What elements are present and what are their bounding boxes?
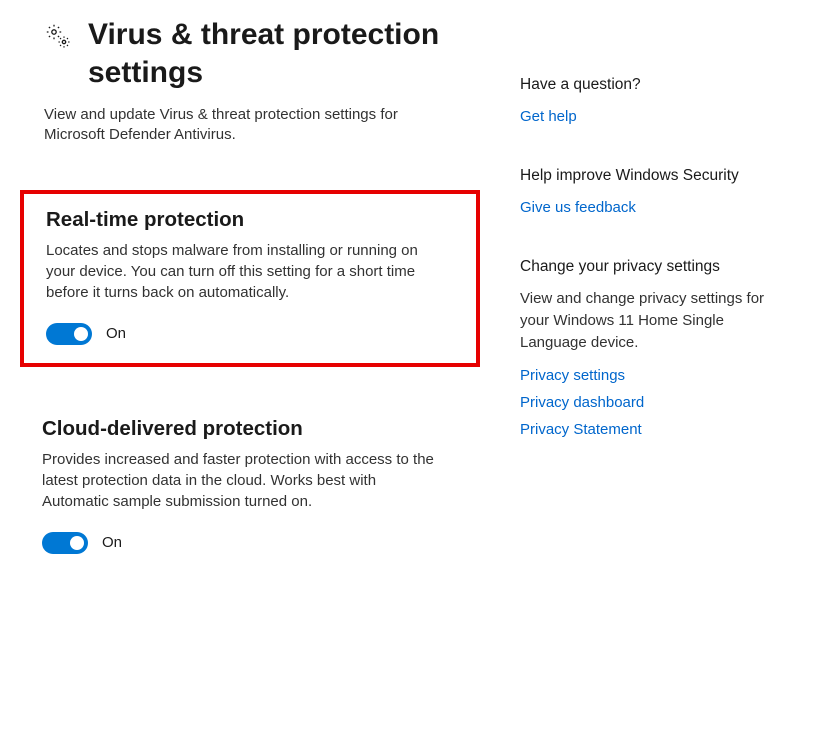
realtime-title: Real-time protection [46, 208, 454, 232]
privacy-settings-link[interactable]: Privacy settings [520, 367, 792, 384]
gears-icon [44, 22, 72, 50]
cloud-title: Cloud-delivered protection [42, 417, 480, 441]
realtime-description: Locates and stops malware from installin… [46, 240, 446, 303]
realtime-toggle-label: On [106, 325, 126, 342]
cloud-protection-section: Cloud-delivered protection Provides incr… [20, 417, 480, 554]
privacy-description: View and change privacy settings for you… [520, 288, 792, 353]
realtime-protection-section: Real-time protection Locates and stops m… [20, 190, 480, 367]
cloud-description: Provides increased and faster protection… [42, 449, 442, 512]
privacy-section: Change your privacy settings View and ch… [520, 258, 792, 438]
cloud-toggle-label: On [102, 534, 122, 551]
page-description: View and update Virus & threat protectio… [20, 105, 400, 146]
page-title: Virus & threat protection settings [88, 16, 480, 91]
feedback-link[interactable]: Give us feedback [520, 199, 792, 216]
improve-section: Help improve Windows Security Give us fe… [520, 167, 792, 216]
realtime-toggle[interactable] [46, 323, 92, 345]
privacy-heading: Change your privacy settings [520, 258, 792, 276]
improve-heading: Help improve Windows Security [520, 167, 792, 185]
privacy-dashboard-link[interactable]: Privacy dashboard [520, 394, 792, 411]
question-heading: Have a question? [520, 76, 792, 94]
question-section: Have a question? Get help [520, 76, 792, 125]
privacy-statement-link[interactable]: Privacy Statement [520, 421, 792, 438]
get-help-link[interactable]: Get help [520, 108, 792, 125]
cloud-toggle[interactable] [42, 532, 88, 554]
